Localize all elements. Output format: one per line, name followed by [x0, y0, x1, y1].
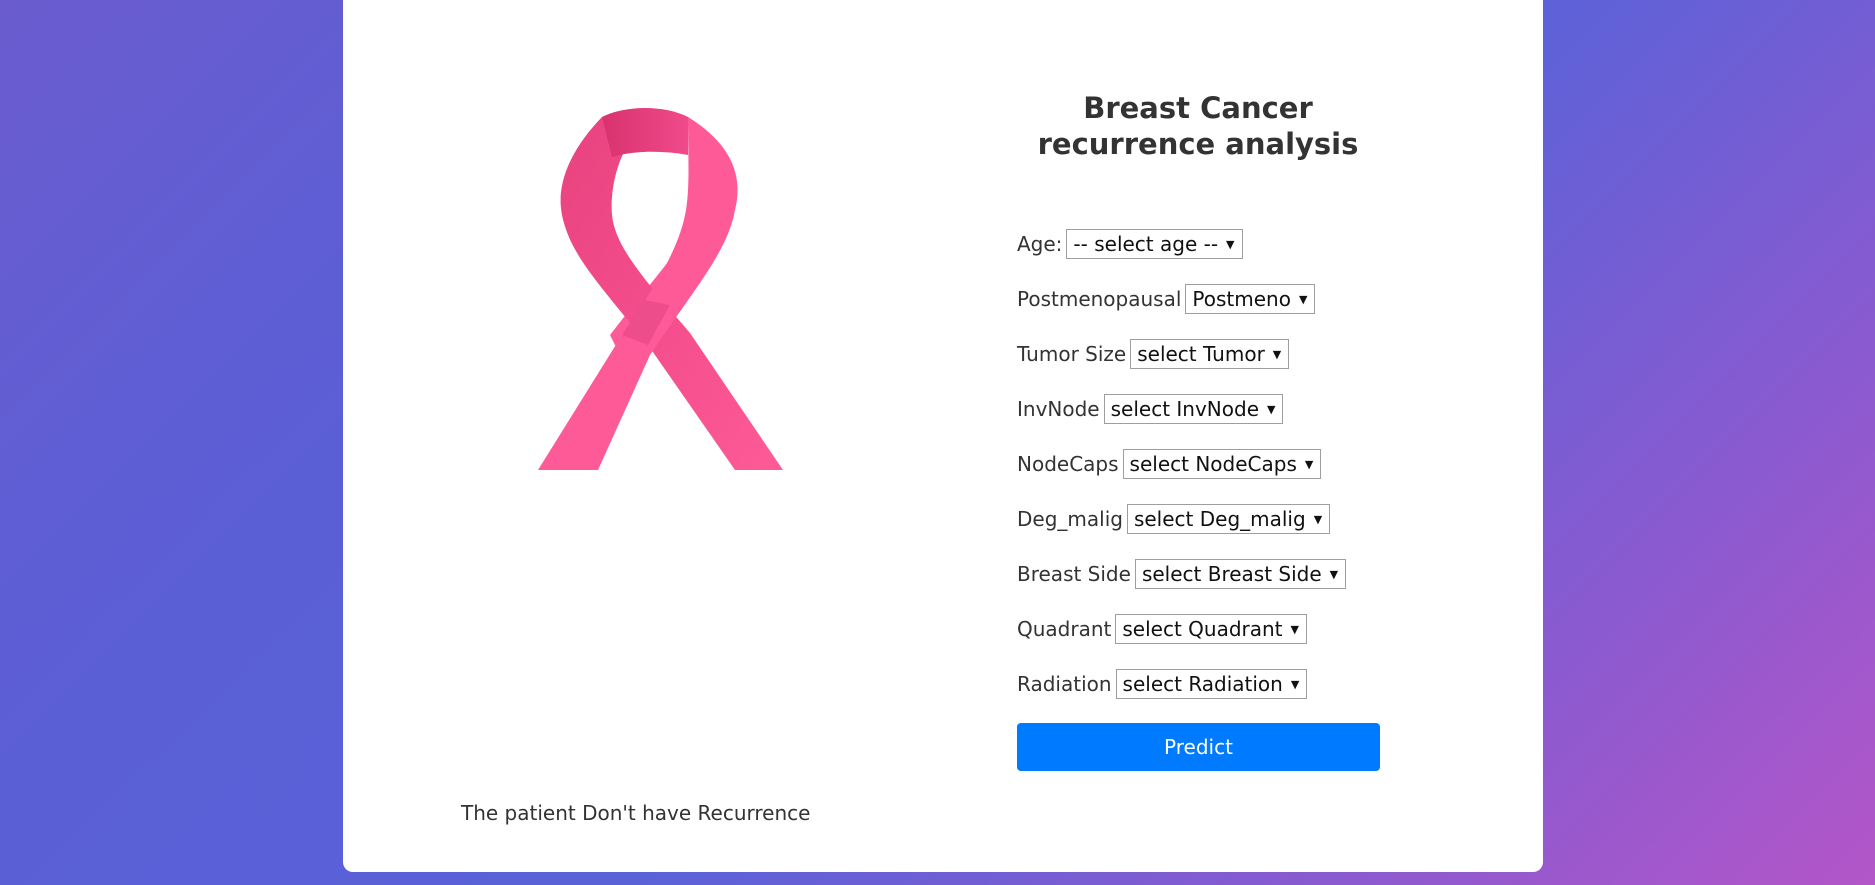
tumor-size-select-value: select Tumor — [1137, 342, 1265, 366]
field-quadrant: Quadrant select Quadrant ▼ — [1017, 613, 1387, 645]
radiation-select[interactable]: select Radiation ▼ — [1115, 669, 1308, 699]
prediction-form: Breast Cancer recurrence analysis Age: -… — [1017, 90, 1387, 723]
breast-side-select[interactable]: select Breast Side ▼ — [1134, 559, 1347, 589]
field-breast-side: Breast Side select Breast Side ▼ — [1017, 558, 1387, 590]
age-label: Age: — [1017, 232, 1063, 256]
field-age: Age: -- select age -- ▼ — [1017, 228, 1387, 260]
deg-malig-select[interactable]: select Deg_malig ▼ — [1126, 504, 1331, 534]
quadrant-label: Quadrant — [1017, 617, 1112, 641]
quadrant-select-value: select Quadrant — [1122, 617, 1283, 641]
triangle-down-icon: ▼ — [1272, 347, 1282, 361]
field-deg-malig: Deg_malig select Deg_malig ▼ — [1017, 503, 1387, 535]
field-nodecaps: NodeCaps select NodeCaps ▼ — [1017, 448, 1387, 480]
predict-button[interactable]: Predict — [1017, 723, 1380, 771]
triangle-down-icon: ▼ — [1290, 622, 1299, 636]
triangle-down-icon: ▼ — [1290, 677, 1300, 691]
field-radiation: Radiation select Radiation ▼ — [1017, 668, 1387, 700]
deg-malig-select-value: select Deg_malig — [1133, 507, 1306, 531]
triangle-down-icon: ▼ — [1267, 402, 1276, 416]
breast-side-label: Breast Side — [1017, 562, 1131, 586]
postmenopausal-label: Postmenopausal — [1017, 287, 1182, 311]
postmenopausal-select-value: Postmeno — [1192, 287, 1291, 311]
page-title-line2: recurrence analysis — [1037, 127, 1359, 161]
breast-side-select-value: select Breast Side — [1141, 562, 1322, 586]
triangle-down-icon: ▼ — [1298, 292, 1308, 306]
page-title: Breast Cancer recurrence analysis — [1017, 90, 1379, 162]
triangle-down-icon: ▼ — [1304, 457, 1314, 471]
radiation-select-value: select Radiation — [1122, 672, 1283, 696]
quadrant-select[interactable]: select Quadrant ▼ — [1115, 614, 1307, 644]
field-tumor-size: Tumor Size select Tumor ▼ — [1017, 338, 1387, 370]
age-select-value: -- select age -- — [1073, 232, 1219, 256]
age-select[interactable]: -- select age -- ▼ — [1066, 229, 1243, 259]
radiation-label: Radiation — [1017, 672, 1112, 696]
page-title-line1: Breast Cancer — [1083, 91, 1313, 125]
triangle-down-icon: ▼ — [1226, 237, 1235, 251]
tumor-size-label: Tumor Size — [1017, 342, 1127, 366]
tumor-size-select[interactable]: select Tumor ▼ — [1130, 339, 1290, 369]
invnode-label: InvNode — [1017, 397, 1100, 421]
form-fields: Age: -- select age -- ▼ Postmenopausal P… — [1017, 228, 1387, 700]
invnode-select[interactable]: select InvNode ▼ — [1103, 394, 1284, 424]
field-postmenopausal: Postmenopausal Postmeno ▼ — [1017, 283, 1387, 315]
pink-ribbon-icon — [520, 95, 820, 485]
invnode-select-value: select InvNode — [1110, 397, 1259, 421]
field-invnode: InvNode select InvNode ▼ — [1017, 393, 1387, 425]
prediction-result: The patient Don't have Recurrence — [461, 801, 811, 825]
nodecaps-select[interactable]: select NodeCaps ▼ — [1122, 449, 1322, 479]
postmenopausal-select[interactable]: Postmeno ▼ — [1185, 284, 1316, 314]
deg-malig-label: Deg_malig — [1017, 507, 1123, 531]
nodecaps-label: NodeCaps — [1017, 452, 1119, 476]
nodecaps-select-value: select NodeCaps — [1129, 452, 1297, 476]
triangle-down-icon: ▼ — [1313, 512, 1323, 526]
triangle-down-icon: ▼ — [1329, 567, 1339, 581]
